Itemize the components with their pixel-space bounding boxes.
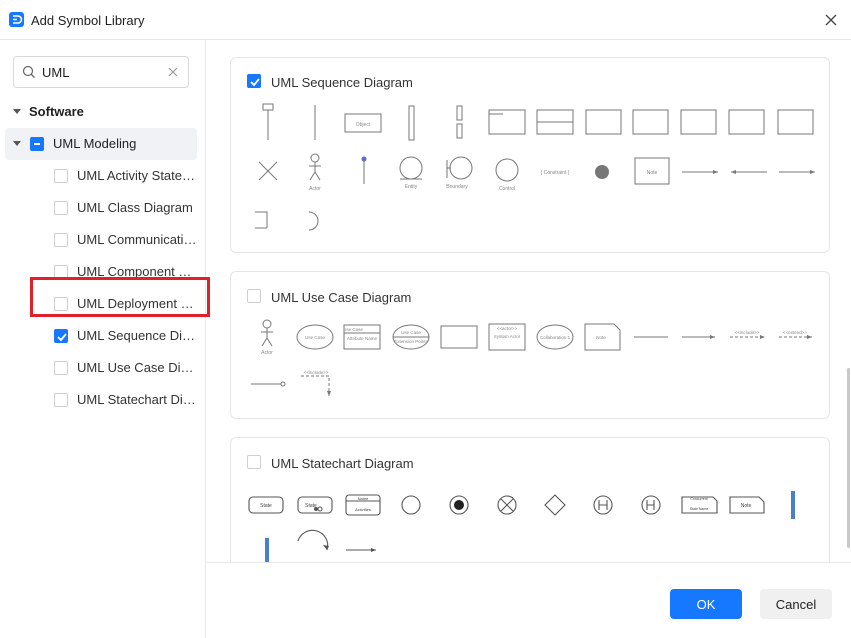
caret-down-icon[interactable] <box>13 109 21 114</box>
partial-checkbox[interactable] <box>30 137 44 151</box>
tree-item-label: UML Class Diagram <box>77 200 193 215</box>
use-case-symbols: Actor Use Case Use Case Attribute Name U… <box>251 319 812 396</box>
svg-text:Activities: Activities <box>355 507 371 512</box>
svg-text:Entity: Entity <box>405 184 418 190</box>
svg-text:State: State <box>260 503 272 509</box>
search-box[interactable] <box>13 56 189 88</box>
tree-item-label: UML Use Case Diagram <box>77 360 197 375</box>
svg-text:State Name: State Name <box>690 507 709 511</box>
search-icon <box>22 65 35 78</box>
tree-item-sequence[interactable]: UML Sequence Diagram <box>0 320 206 352</box>
tree-item-activity-state[interactable]: UML Activity State Diagram <box>0 160 206 192</box>
section-checkbox-statechart[interactable] <box>247 455 261 469</box>
caret-down-icon[interactable] <box>13 141 21 146</box>
section-title: UML Sequence Diagram <box>271 75 413 90</box>
section-checkbox-sequence[interactable] <box>247 74 261 88</box>
checkbox[interactable] <box>54 393 68 407</box>
title-bar: Add Symbol Library <box>0 0 851 40</box>
dialog-footer: OK Cancel <box>207 562 851 638</box>
search-input[interactable] <box>42 62 162 82</box>
checked-checkbox[interactable] <box>54 329 68 343</box>
tree-item-statechart[interactable]: UML Statechart Diagram <box>0 384 206 416</box>
svg-text:Note: Note <box>647 170 658 176</box>
section-title: UML Use Case Diagram <box>271 290 412 305</box>
checkbox[interactable] <box>54 169 68 183</box>
svg-text:System Actor: System Actor <box>494 334 521 339</box>
tree-item-label: UML Sequence Diagram <box>77 328 197 343</box>
tree-item-label: UML Communication Diagram <box>77 232 197 247</box>
tree-node-label: UML Modeling <box>53 136 137 151</box>
svg-text:<<include>>: <<include>> <box>304 370 329 375</box>
selection-highlight <box>30 277 210 317</box>
svg-text:Collaboration 1: Collaboration 1 <box>540 335 571 340</box>
close-icon[interactable] <box>822 11 840 29</box>
tree-item-communication[interactable]: UML Communication Diagram <box>0 224 206 256</box>
tree-node-uml-modeling[interactable]: UML Modeling <box>5 128 197 160</box>
section-checkbox-use-case[interactable] <box>247 289 261 303</box>
svg-text:Boundary: Boundary <box>446 184 468 190</box>
svg-text:Use Case: Use Case <box>343 327 363 332</box>
section-use-case: UML Use Case Diagram Actor Use Case Use … <box>230 271 830 419</box>
svg-text:{ Constraint }: { Constraint } <box>541 170 570 176</box>
svg-text:Name: Name <box>358 496 369 501</box>
section-title: UML Statechart Diagram <box>271 456 414 471</box>
tree-node-label: Software <box>29 104 84 119</box>
clear-search-icon[interactable] <box>167 66 179 78</box>
tree-item-class[interactable]: UML Class Diagram <box>0 192 206 224</box>
svg-text:Note: Note <box>741 503 752 509</box>
svg-text:Note: Note <box>596 335 606 340</box>
statechart-symbols: State State Name Activities Concurrent S… <box>248 491 795 562</box>
library-sidebar: Software UML Modeling UML Activity State… <box>0 40 206 638</box>
tree-node-software[interactable]: Software <box>0 96 206 128</box>
svg-text:Actor: Actor <box>309 186 321 192</box>
svg-text:Control: Control <box>499 186 515 192</box>
svg-text:State: State <box>305 503 317 509</box>
checkbox[interactable] <box>54 233 68 247</box>
svg-text:<<extend>>: <<extend>> <box>783 330 807 335</box>
checkbox[interactable] <box>54 361 68 375</box>
section-sequence: UML Sequence Diagram Object Actor Entity… <box>230 57 830 253</box>
svg-text:Use Case: Use Case <box>305 335 325 340</box>
svg-text:<<include>>: <<include>> <box>735 330 760 335</box>
cancel-button[interactable]: Cancel <box>760 589 832 619</box>
svg-text:Extension Points: Extension Points <box>394 339 428 344</box>
ok-button[interactable]: OK <box>670 589 742 619</box>
section-statechart: UML Statechart Diagram State State Name … <box>230 437 830 562</box>
tree-item-use-case[interactable]: UML Use Case Diagram <box>0 352 206 384</box>
checkbox[interactable] <box>54 201 68 215</box>
tree-item-label: UML Statechart Diagram <box>77 392 197 407</box>
window-title: Add Symbol Library <box>31 13 145 28</box>
sequence-symbols: Object Actor Entity Boundary Control { C… <box>255 103 815 231</box>
scrollbar-thumb[interactable] <box>847 368 850 548</box>
tree-item-label: UML Activity State Diagram <box>77 168 197 183</box>
svg-text:Actor: Actor <box>261 350 273 356</box>
app-logo-icon <box>9 12 24 27</box>
symbol-preview-panel: UML Sequence Diagram Object Actor Entity… <box>207 40 851 562</box>
svg-text:Object: Object <box>356 122 371 128</box>
svg-text:<<actor>>: <<actor>> <box>497 326 518 331</box>
svg-text:Attribute Name: Attribute Name <box>347 336 378 341</box>
svg-text:Use Case: Use Case <box>401 330 421 335</box>
svg-text:Concurrent: Concurrent <box>690 497 707 501</box>
